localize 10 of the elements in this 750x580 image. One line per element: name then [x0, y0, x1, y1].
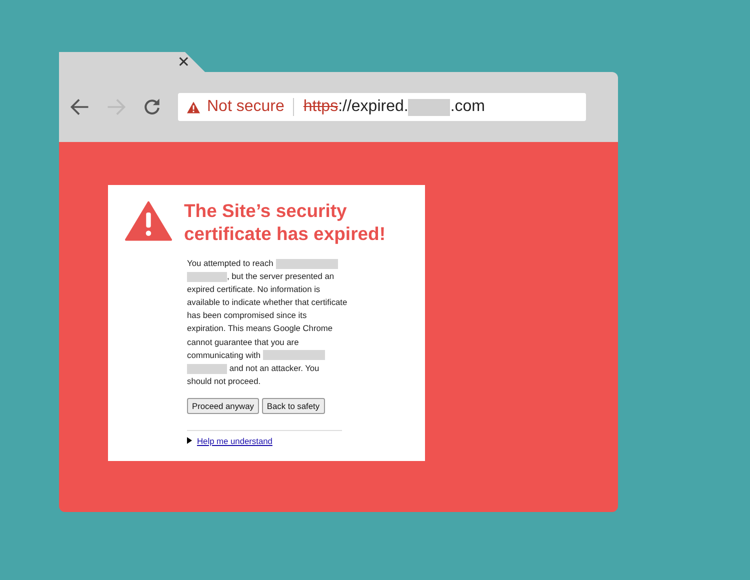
warning-paragraph: You attempted to reach , but the server presented an expired certificate. No information is available to indicate whether that certificate has been compromised since its expiration. This means Google Chrome cannot guarantee that you are communicating with and not an attacker. You should not proceed.	[187, 257, 347, 388]
back-button[interactable]: Back to safety	[262, 398, 325, 414]
browser-tab[interactable]: ✕	[59, 52, 205, 72]
help-link[interactable]: Help me understand	[197, 436, 272, 446]
close-icon[interactable]: ✕	[177, 54, 190, 70]
security-label: Not secure	[207, 98, 284, 116]
url-text: https://expired. .com	[303, 98, 485, 116]
warning-title: The Site’s security certificate has expired!	[184, 199, 387, 245]
proceed-button[interactable]: Proceed anyway	[187, 398, 259, 414]
address-bar[interactable]: Not secure https://expired. .com	[178, 93, 586, 121]
